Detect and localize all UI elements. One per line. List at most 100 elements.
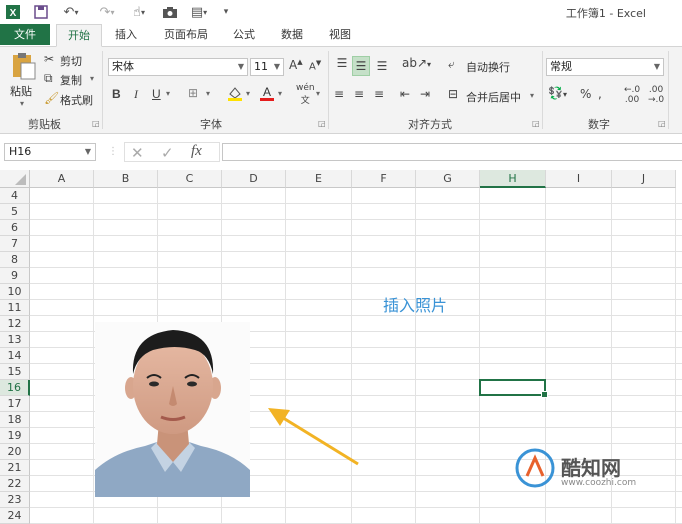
select-all-corner[interactable] (0, 170, 30, 188)
tab-home[interactable]: 开始 (56, 24, 102, 47)
row-header-13[interactable]: 13 (0, 332, 30, 348)
column-header-c[interactable]: C (158, 170, 222, 188)
cut-icon[interactable]: ✂ (44, 52, 54, 66)
bold-button[interactable]: B (112, 87, 121, 101)
row-header-10[interactable]: 10 (0, 284, 30, 300)
wrap-text-icon[interactable]: ⤶ (448, 57, 455, 72)
row-header-24[interactable]: 24 (0, 508, 30, 524)
paste-button[interactable]: 粘贴 (10, 83, 32, 99)
fill-color-icon[interactable] (226, 84, 244, 105)
font-color-icon[interactable]: A (258, 84, 276, 105)
column-header-h[interactable]: H (480, 170, 546, 188)
align-center-icon[interactable]: ≡ (354, 87, 364, 101)
active-cell-h16[interactable] (479, 379, 548, 398)
name-box[interactable]: H16 ▼ (4, 143, 96, 161)
format-painter-button[interactable]: 格式刷 (60, 92, 93, 108)
row-header-14[interactable]: 14 (0, 348, 30, 364)
enter-icon[interactable]: ✓ (161, 144, 174, 162)
align-left-icon[interactable]: ≡ (334, 87, 344, 101)
tab-data[interactable]: 数据 (272, 24, 312, 45)
camera-icon[interactable] (160, 3, 180, 21)
row-header-8[interactable]: 8 (0, 252, 30, 268)
top-align-icon[interactable]: ☰ (334, 56, 350, 74)
middle-align-icon[interactable]: ☰ (352, 56, 370, 76)
decrease-indent-icon[interactable]: ⇤ (400, 87, 410, 101)
borders-dropdown-icon[interactable]: ▾ (206, 89, 210, 98)
fill-color-dropdown-icon[interactable]: ▾ (246, 89, 250, 98)
increase-decimal-icon[interactable]: ←.0.00 (624, 85, 640, 105)
row-header-4[interactable]: 4 (0, 188, 30, 204)
orientation-icon[interactable]: ab↗▾ (402, 56, 431, 70)
number-format-select[interactable]: 常规 ▼ (546, 58, 664, 76)
increase-indent-icon[interactable]: ⇥ (420, 87, 430, 101)
alignment-launcher-icon[interactable]: ◲ (532, 119, 540, 128)
column-header-d[interactable]: D (222, 170, 286, 188)
borders-icon[interactable]: ⊞ (188, 86, 198, 100)
row-header-20[interactable]: 20 (0, 444, 30, 460)
cut-button[interactable]: 剪切 (60, 53, 82, 69)
undo-icon[interactable]: ↶ ▾ (58, 3, 84, 21)
row-header-7[interactable]: 7 (0, 236, 30, 252)
column-header-j[interactable]: J (612, 170, 676, 188)
row-header-5[interactable]: 5 (0, 204, 30, 220)
font-name-select[interactable]: 宋体 ▼ (108, 58, 248, 76)
insert-function-button[interactable]: fx (191, 143, 202, 160)
redo-icon[interactable]: ↷ ▾ (94, 3, 120, 21)
copy-button[interactable]: 复制 (60, 72, 82, 88)
column-header-i[interactable]: I (546, 170, 612, 188)
decrease-font-icon[interactable]: A▼ (309, 59, 321, 72)
copy-icon[interactable]: ⧉ (44, 71, 53, 86)
column-header-b[interactable]: B (94, 170, 158, 188)
bottom-align-icon[interactable]: ☰ (374, 59, 390, 77)
percent-button[interactable]: % (580, 87, 591, 101)
column-header-a[interactable]: A (30, 170, 94, 188)
increase-font-icon[interactable]: A▲ (289, 58, 303, 72)
comma-style-icon[interactable]: , (598, 87, 602, 101)
row-header-17[interactable]: 17 (0, 396, 30, 412)
column-header-f[interactable]: F (352, 170, 416, 188)
touch-mode-icon[interactable]: ☝ ▾ (126, 3, 152, 21)
font-color-dropdown-icon[interactable]: ▾ (278, 89, 282, 98)
column-header-e[interactable]: E (286, 170, 352, 188)
save-icon[interactable] (32, 3, 50, 21)
row-header-6[interactable]: 6 (0, 220, 30, 236)
row-header-18[interactable]: 18 (0, 412, 30, 428)
underline-dropdown-icon[interactable]: ▾ (166, 89, 170, 98)
align-right-icon[interactable]: ≡ (374, 87, 384, 101)
row-header-15[interactable]: 15 (0, 364, 30, 380)
row-header-22[interactable]: 22 (0, 476, 30, 492)
merge-center-icon[interactable]: ⊟ (448, 87, 458, 101)
number-launcher-icon[interactable]: ◲ (658, 119, 666, 128)
tab-page-layout[interactable]: 页面布局 (156, 24, 216, 45)
accounting-format-icon[interactable]: 💱▾ (548, 86, 567, 100)
tab-view[interactable]: 视图 (320, 24, 360, 45)
merge-dropdown-icon[interactable]: ▾ (530, 91, 534, 100)
phonetic-dropdown-icon[interactable]: ▾ (316, 89, 320, 98)
row-header-12[interactable]: 12 (0, 316, 30, 332)
row-header-16[interactable]: 16 (0, 380, 30, 396)
customize-qat-icon[interactable]: ▾ (220, 3, 232, 21)
row-header-11[interactable]: 11 (0, 300, 30, 316)
clipboard-launcher-icon[interactable]: ◲ (92, 119, 100, 128)
format-painter-icon[interactable]: 🖌 (44, 91, 59, 105)
phonetic-guide-icon[interactable]: wén 文 (296, 83, 315, 106)
underline-button[interactable]: U (152, 87, 161, 101)
paste-icon[interactable] (8, 51, 38, 81)
tab-insert[interactable]: 插入 (106, 24, 146, 45)
merge-center-button[interactable]: 合并后居中 (466, 89, 521, 105)
font-launcher-icon[interactable]: ◲ (318, 119, 326, 128)
italic-button[interactable]: I (134, 87, 138, 102)
fill-handle[interactable] (541, 391, 548, 398)
copy-dropdown-icon[interactable]: ▾ (90, 74, 94, 83)
row-header-23[interactable]: 23 (0, 492, 30, 508)
inserted-photo[interactable] (95, 322, 250, 497)
wrap-text-button[interactable]: 自动换行 (466, 59, 510, 75)
decrease-decimal-icon[interactable]: .00 →.0 (648, 85, 664, 105)
formula-input[interactable] (222, 143, 682, 161)
paste-dropdown-icon[interactable]: ▾ (20, 99, 24, 108)
row-header-19[interactable]: 19 (0, 428, 30, 444)
tab-file[interactable]: 文件 (0, 24, 50, 45)
cancel-icon[interactable]: ✕ (131, 144, 144, 162)
form-icon[interactable]: ▤ ▾ (186, 3, 212, 21)
row-header-9[interactable]: 9 (0, 268, 30, 284)
